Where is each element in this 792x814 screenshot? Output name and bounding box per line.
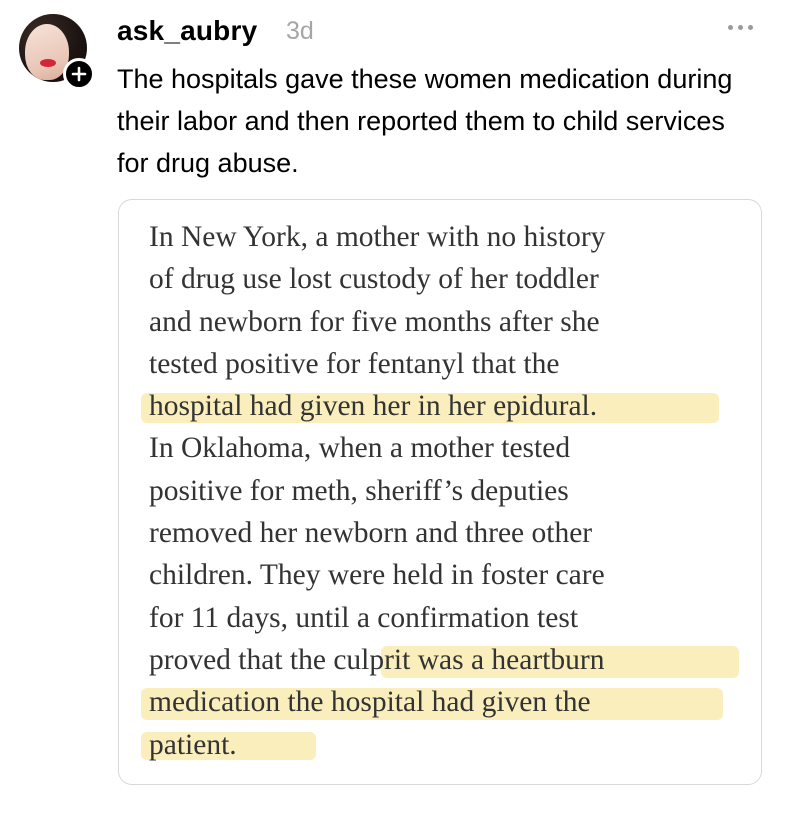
quote-line: medication the hospital had given the [149, 686, 591, 719]
username[interactable]: ask_aubry [117, 15, 257, 47]
quote-text: In New York, a mother with no history of… [149, 216, 749, 766]
quote-line: removed her newborn and three other [149, 517, 593, 550]
quote-line: and newborn for five months after she [149, 305, 600, 338]
quote-line: for 11 days, until a confirmation test [149, 601, 579, 634]
quoted-excerpt-image[interactable]: In New York, a mother with no history of… [118, 199, 762, 785]
quote-line: hospital had given her in her epidural. [149, 390, 598, 423]
quote-line: tested positive for fentanyl that the [149, 347, 560, 380]
quote-line: In New York, a mother with no history [149, 221, 606, 253]
quote-line: proved that the culprit was a heartburn [149, 643, 605, 676]
more-options-icon[interactable] [726, 18, 756, 36]
timestamp: 3d [286, 17, 314, 45]
post-caption: The hospitals gave these women medicatio… [117, 64, 733, 178]
quote-line: In Oklahoma, when a mother tested [149, 432, 571, 465]
quote-line: of drug use lost custody of her toddler [149, 263, 599, 296]
plus-icon [71, 66, 87, 82]
avatar-lips [40, 59, 56, 67]
quote-line: children. They were held in foster care [149, 559, 605, 592]
quote-line: positive for meth, sheriff’s deputies [149, 474, 569, 507]
quote-line: patient. [149, 728, 237, 761]
follow-plus-button[interactable] [63, 58, 95, 90]
